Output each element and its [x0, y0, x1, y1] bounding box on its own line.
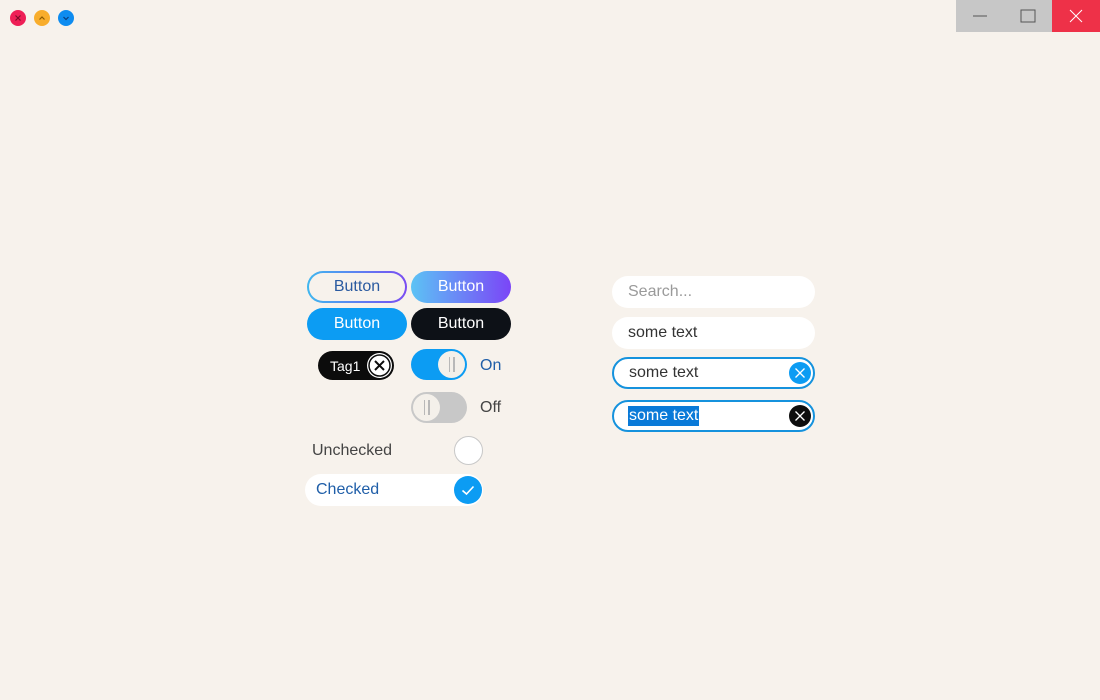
focused-text-field[interactable]: some text: [612, 357, 815, 389]
text-field[interactable]: some text: [612, 317, 815, 349]
toggle-knob: [413, 394, 440, 421]
checkbox-checked-label: Checked: [316, 481, 380, 498]
outline-button[interactable]: Button: [307, 271, 407, 303]
selected-text-field-value: some text: [628, 406, 700, 426]
close-icon[interactable]: [1052, 0, 1100, 32]
checkbox-checked[interactable]: Checked: [305, 474, 483, 506]
dark-button[interactable]: Button: [411, 308, 511, 340]
focused-text-field-value: some text: [629, 364, 699, 381]
primary-button[interactable]: Button: [307, 308, 407, 340]
clear-icon[interactable]: [789, 362, 811, 384]
search-placeholder: Search...: [628, 283, 693, 300]
traffic-lights: [10, 10, 74, 26]
maximize-icon[interactable]: [1004, 0, 1052, 32]
close-icon[interactable]: [10, 10, 26, 26]
checkbox-unchecked[interactable]: Unchecked: [305, 435, 483, 467]
checkbox-empty-icon[interactable]: [454, 436, 483, 465]
toggle-on-label: On: [480, 357, 502, 374]
toggle-off-switch[interactable]: [411, 392, 467, 423]
tag-label: Tag1: [330, 357, 361, 374]
tag-chip: Tag1: [318, 351, 394, 380]
minimize-icon[interactable]: [956, 0, 1004, 32]
tag-remove-icon[interactable]: [367, 353, 392, 378]
clear-icon[interactable]: [789, 405, 811, 427]
search-input[interactable]: Search...: [612, 276, 815, 308]
gradient-button[interactable]: Button: [411, 271, 511, 303]
checkbox-unchecked-label: Unchecked: [312, 442, 393, 459]
toggle-off-label: Off: [480, 399, 502, 416]
check-icon[interactable]: [454, 476, 482, 504]
selected-text-field[interactable]: some text: [612, 400, 815, 432]
maximize-icon[interactable]: [58, 10, 74, 26]
minimize-icon[interactable]: [34, 10, 50, 26]
toggle-on-switch[interactable]: [411, 349, 467, 380]
text-field-value: some text: [628, 324, 698, 341]
toggle-knob: [438, 351, 465, 378]
window-controls: [956, 0, 1100, 32]
